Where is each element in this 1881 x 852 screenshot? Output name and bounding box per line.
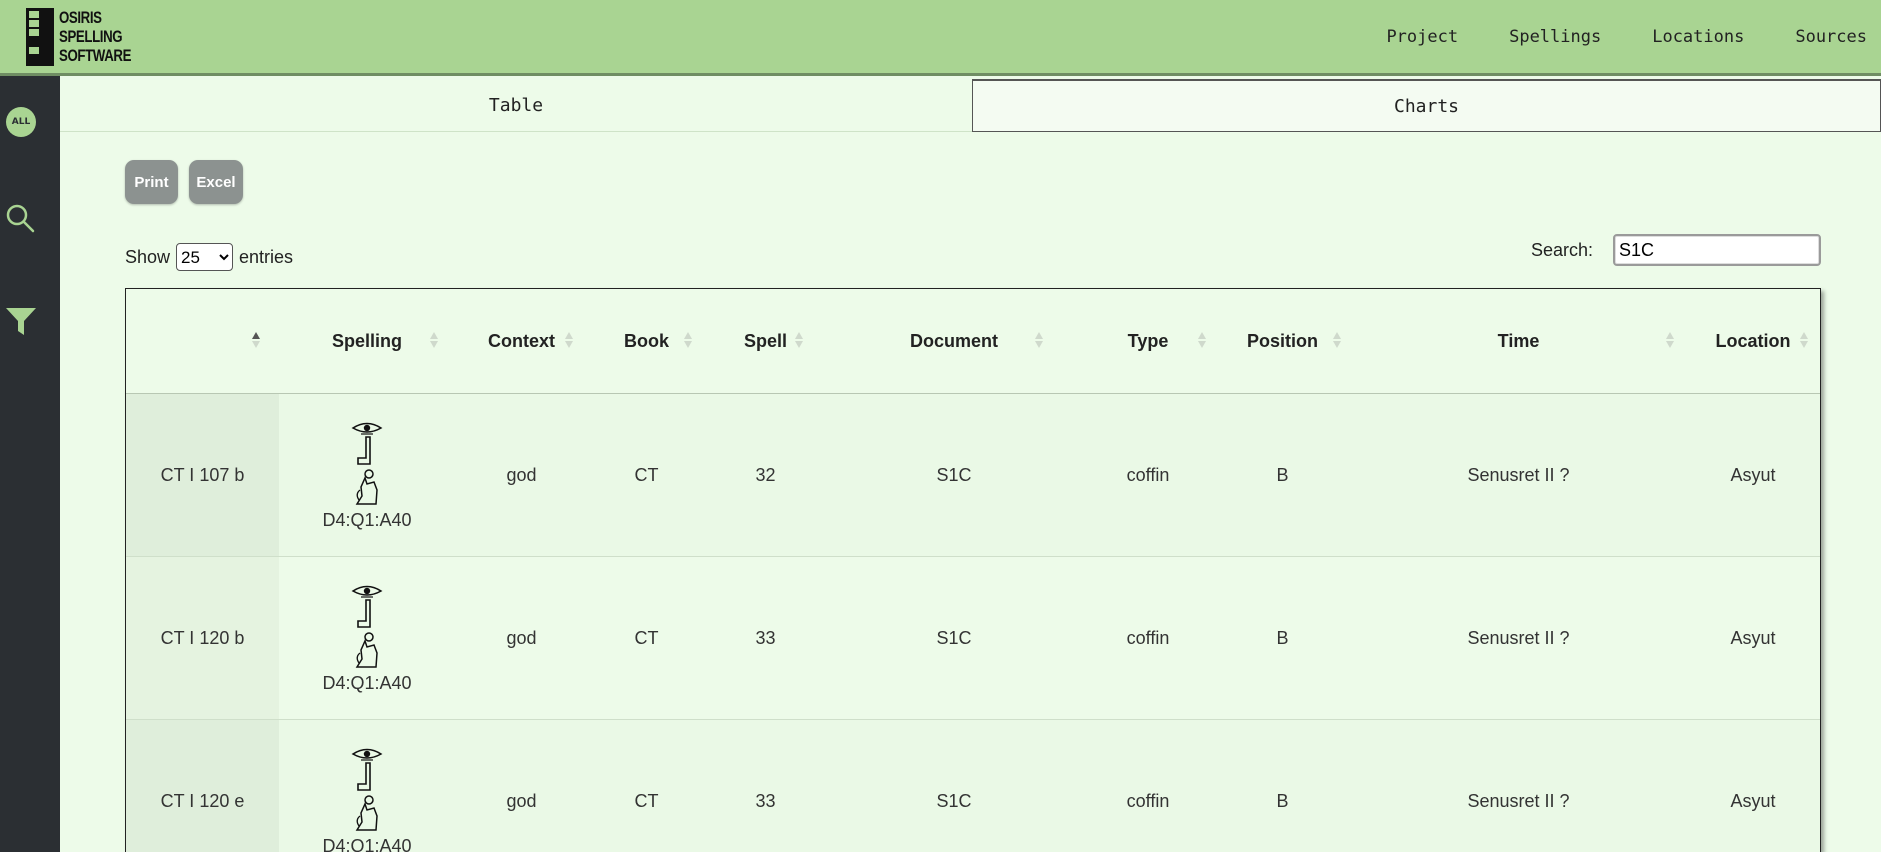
main-nav: Project Spellings Locations Sources xyxy=(1386,27,1881,47)
cell-spell: 33 xyxy=(705,719,826,852)
cell-ref: CT I 120 e xyxy=(126,719,279,852)
hieroglyph-spelling-icon xyxy=(351,422,383,505)
all-filter-button[interactable]: ALL xyxy=(6,107,36,137)
sort-icon xyxy=(430,330,438,350)
cell-spelling: D4:Q1:A40 xyxy=(279,719,455,852)
cell-position: B xyxy=(1214,556,1351,720)
cell-ref: CT I 120 b xyxy=(126,556,279,720)
sidebar: ALL xyxy=(0,76,60,852)
view-tabs: Table Charts xyxy=(60,79,1881,132)
column-label: Book xyxy=(624,330,669,351)
column-label: Time xyxy=(1497,330,1540,351)
entries-label: entries xyxy=(239,246,294,267)
sort-icon xyxy=(1198,330,1206,350)
print-button[interactable]: Print xyxy=(125,160,178,204)
logo[interactable]: OSIRIS SPELLING SOFTWARE xyxy=(26,8,136,68)
show-label: Show xyxy=(125,246,171,267)
excel-button[interactable]: Excel xyxy=(189,160,243,204)
logo-line: SOFTWARE xyxy=(59,46,132,65)
logo-text: OSIRIS SPELLING SOFTWARE xyxy=(59,8,131,65)
column-header-spell[interactable]: Spell xyxy=(705,289,826,394)
cell-book: CT xyxy=(588,556,705,720)
cell-ref: CT I 107 b xyxy=(126,393,279,557)
cell-position: B xyxy=(1214,719,1351,852)
column-label: Location xyxy=(1715,330,1791,351)
top-header: OSIRIS SPELLING SOFTWARE Project Spellin… xyxy=(0,0,1881,76)
sort-icon xyxy=(795,330,803,350)
cell-time: Senusret II ? xyxy=(1351,556,1686,720)
entries-select[interactable]: 25 xyxy=(176,243,234,271)
column-header-type[interactable]: Type xyxy=(1082,289,1214,394)
cell-document: S1C xyxy=(826,556,1082,720)
nav-locations[interactable]: Locations xyxy=(1652,27,1744,47)
entries-length-control: Show 25 entries xyxy=(125,243,293,271)
sort-icon xyxy=(565,330,573,350)
table-search: Search: xyxy=(1531,234,1821,266)
sort-icon xyxy=(1800,330,1808,350)
cell-time: Senusret II ? xyxy=(1351,393,1686,557)
sort-icon xyxy=(684,330,692,350)
cell-type: coffin xyxy=(1082,393,1214,557)
cell-location: Asyut xyxy=(1686,393,1820,557)
sort-asc-icon xyxy=(252,330,260,350)
sort-icon xyxy=(1333,330,1341,350)
cell-location: Asyut xyxy=(1686,719,1820,852)
logo-mark xyxy=(26,8,54,66)
table-row[interactable]: CT I 107 b D4:Q1:A40 god CT 32 S1C coffi… xyxy=(126,393,1820,557)
column-label: Spell xyxy=(743,330,787,351)
column-header-spelling[interactable]: Spelling xyxy=(279,289,455,394)
table-header-row: Spelling Context Book Spell Document Typ… xyxy=(126,289,1820,394)
column-header-location[interactable]: Location xyxy=(1686,289,1820,394)
search-input[interactable] xyxy=(1613,234,1821,266)
column-label: Position xyxy=(1247,330,1318,351)
column-header-time[interactable]: Time xyxy=(1351,289,1686,394)
cell-book: CT xyxy=(588,719,705,852)
column-header-book[interactable]: Book xyxy=(588,289,705,394)
nav-sources[interactable]: Sources xyxy=(1795,27,1867,47)
cell-location: Asyut xyxy=(1686,556,1820,720)
column-label: Context xyxy=(488,330,555,351)
logo-line: OSIRIS xyxy=(59,8,102,27)
tab-charts[interactable]: Charts xyxy=(972,79,1881,132)
nav-project[interactable]: Project xyxy=(1386,27,1458,47)
column-label: Spelling xyxy=(331,330,402,351)
cell-document: S1C xyxy=(826,393,1082,557)
spelling-code: D4:Q1:A40 xyxy=(322,672,412,693)
sort-icon xyxy=(1666,330,1674,350)
spelling-code: D4:Q1:A40 xyxy=(322,509,412,530)
cell-context: god xyxy=(455,719,588,852)
cell-context: god xyxy=(455,393,588,557)
filter-icon[interactable] xyxy=(4,304,38,338)
cell-position: B xyxy=(1214,393,1351,557)
cell-document: S1C xyxy=(826,719,1082,852)
search-icon[interactable] xyxy=(4,202,36,234)
cell-spelling: D4:Q1:A40 xyxy=(279,556,455,720)
column-header-document[interactable]: Document xyxy=(826,289,1082,394)
hieroglyph-spelling-icon xyxy=(351,748,383,831)
nav-spellings[interactable]: Spellings xyxy=(1509,27,1601,47)
column-header-context[interactable]: Context xyxy=(455,289,588,394)
table-row[interactable]: CT I 120 b D4:Q1:A40 god CT 33 S1C coffi… xyxy=(126,556,1820,720)
sort-icon xyxy=(1035,330,1043,350)
cell-spelling: D4:Q1:A40 xyxy=(279,393,455,557)
search-label: Search: xyxy=(1530,239,1593,260)
cell-type: coffin xyxy=(1082,556,1214,720)
cell-spell: 32 xyxy=(705,393,826,557)
column-header-ref[interactable] xyxy=(126,289,279,394)
table-row[interactable]: CT I 120 e D4:Q1:A40 god CT 33 S1C coffi… xyxy=(126,719,1820,852)
spelling-code: D4:Q1:A40 xyxy=(322,835,412,852)
tab-table[interactable]: Table xyxy=(60,79,972,132)
results-table: Spelling Context Book Spell Document Typ… xyxy=(126,289,1820,852)
logo-line: SPELLING xyxy=(59,27,123,46)
cell-spell: 33 xyxy=(705,556,826,720)
column-label: Type xyxy=(1127,330,1169,351)
hieroglyph-spelling-icon xyxy=(351,585,383,668)
column-label: Document xyxy=(909,330,998,351)
cell-type: coffin xyxy=(1082,719,1214,852)
cell-context: god xyxy=(455,556,588,720)
results-table-container: Spelling Context Book Spell Document Typ… xyxy=(125,288,1821,852)
column-header-position[interactable]: Position xyxy=(1214,289,1351,394)
cell-book: CT xyxy=(588,393,705,557)
cell-time: Senusret II ? xyxy=(1351,719,1686,852)
